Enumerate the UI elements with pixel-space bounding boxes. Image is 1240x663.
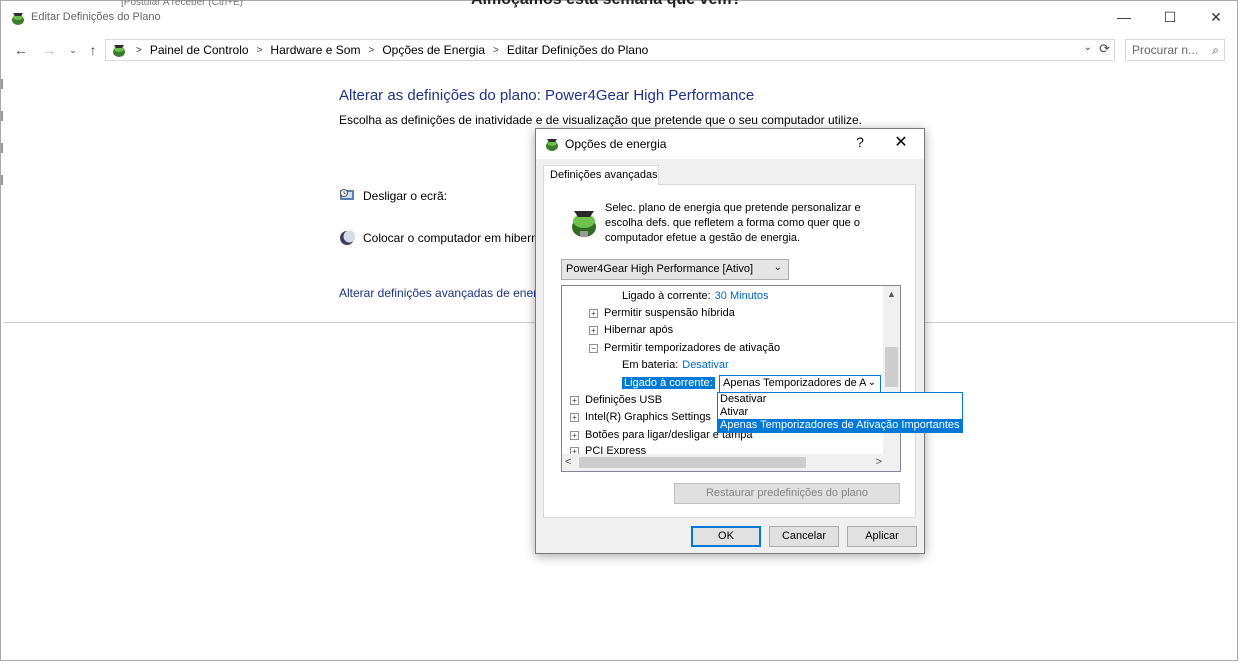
tree-item-label: Hibernar após bbox=[604, 324, 674, 336]
power-options-dialog: Opções de energia ? ✕ Definições avançad… bbox=[535, 128, 925, 554]
settings-tree[interactable]: Ligado à corrente: 30 Minutos + Permitir… bbox=[561, 285, 901, 472]
scroll-up-arrow-icon[interactable]: ▲ bbox=[883, 286, 900, 303]
address-bar[interactable]: > Painel de Controlo > Hardware e Som > … bbox=[105, 39, 1115, 61]
power-plan-icon bbox=[12, 13, 24, 25]
expand-icon[interactable]: + bbox=[589, 325, 598, 335]
page-title: Alterar as definições do plano: Power4Ge… bbox=[339, 87, 755, 104]
breadcrumb-control-panel[interactable]: Painel de Controlo bbox=[150, 43, 249, 57]
dialog-title: Opções de energia bbox=[565, 137, 667, 151]
plan-select-value: Power4Gear High Performance [Ativo] bbox=[566, 263, 754, 275]
dialog-title-bar: Opções de energia ? ✕ bbox=[536, 129, 924, 159]
tree-item-label: Intel(R) Graphics Settings bbox=[585, 411, 711, 423]
refresh-icon[interactable]: ⟳ bbox=[1099, 41, 1110, 57]
tree-item-hybrid-sleep[interactable]: + Permitir suspensão híbrida bbox=[589, 305, 735, 321]
restore-defaults-button[interactable]: Restaurar predefinições do plano bbox=[674, 483, 900, 504]
wake-timers-select[interactable]: Apenas Temporizadores de A ⌄ bbox=[719, 375, 881, 393]
expand-icon[interactable]: + bbox=[570, 430, 579, 440]
tree-item-label: Definições USB bbox=[585, 394, 663, 406]
expand-icon[interactable]: + bbox=[589, 308, 598, 318]
tree-item-value[interactable]: Desativar bbox=[682, 359, 728, 371]
vertical-scroll-thumb[interactable] bbox=[885, 347, 898, 387]
page-description: Escolha as definições de inatividade e d… bbox=[339, 113, 863, 127]
tree-item-ac-sleep[interactable]: Ligado à corrente: 30 Minutos bbox=[622, 288, 768, 304]
tree-item-hibernate[interactable]: + Hibernar após bbox=[589, 322, 673, 338]
tree-item-label: Permitir temporizadores de ativação bbox=[604, 342, 781, 354]
edge-mark bbox=[1, 175, 3, 185]
navigation-bar: ← → ⌄ ↑ > Painel de Controlo > Hardware … bbox=[1, 37, 1237, 63]
advanced-settings-link[interactable]: Alterar definições avançadas de energia bbox=[339, 286, 553, 300]
tree-item-intel-graphics[interactable]: + Intel(R) Graphics Settings bbox=[570, 409, 711, 425]
sleep-setting: Colocar o computador em hiberna bbox=[339, 230, 544, 246]
edge-mark bbox=[1, 143, 3, 153]
dialog-intro-text: Selec. plano de energia que pretende per… bbox=[605, 202, 861, 244]
tree-item-usb[interactable]: + Definições USB bbox=[570, 392, 662, 408]
search-input[interactable]: Procurar n... ⌕ bbox=[1125, 39, 1225, 61]
display-off-setting: Desligar o ecrã: bbox=[339, 188, 447, 204]
tree-item-ac-wake-timers[interactable]: Ligado à corrente: bbox=[622, 375, 715, 391]
horizontal-scroll-thumb[interactable] bbox=[579, 457, 806, 468]
plan-select[interactable]: Power4Gear High Performance [Ativo] ⌄ bbox=[561, 259, 789, 280]
cancel-button[interactable]: Cancelar bbox=[769, 526, 839, 547]
tab-advanced-settings[interactable]: Definições avançadas bbox=[543, 165, 659, 185]
chevron-down-icon: ⌄ bbox=[773, 262, 782, 273]
breadcrumb-separator[interactable]: > bbox=[493, 45, 499, 56]
advanced-settings-panel: Selec. plano de energia que pretende per… bbox=[543, 184, 916, 518]
ok-button[interactable]: OK bbox=[691, 526, 761, 547]
tree-item-label: Ligado à corrente: bbox=[622, 290, 711, 302]
dropdown-option-enable[interactable]: Ativar bbox=[718, 406, 962, 419]
wake-timers-dropdown-list: Desativar Ativar Apenas Temporizadores d… bbox=[717, 392, 963, 433]
tree-item-battery[interactable]: Em bateria: Desativar bbox=[622, 357, 729, 373]
chevron-down-icon[interactable]: ⌄ bbox=[1084, 42, 1092, 53]
dialog-close-button[interactable]: ✕ bbox=[888, 132, 914, 156]
monitor-icon bbox=[340, 189, 354, 200]
minimize-button[interactable]: — bbox=[1101, 1, 1147, 33]
apply-button[interactable]: Aplicar bbox=[847, 526, 917, 547]
left-edge-decoration bbox=[1, 79, 4, 279]
recent-locations-button[interactable]: ⌄ bbox=[63, 40, 83, 60]
help-button[interactable]: ? bbox=[850, 134, 870, 154]
back-button[interactable]: ← bbox=[11, 40, 31, 60]
sleep-label: Colocar o computador em hiberna bbox=[363, 231, 545, 245]
scroll-left-arrow-icon[interactable]: < bbox=[565, 454, 571, 471]
breadcrumb-separator[interactable]: > bbox=[368, 45, 374, 56]
breadcrumb-separator[interactable]: > bbox=[257, 45, 263, 56]
power-plan-icon bbox=[572, 211, 596, 237]
expand-icon[interactable]: + bbox=[570, 412, 579, 422]
background-window-text: [Postular A receber (Ctrl+E) bbox=[121, 0, 243, 8]
search-icon[interactable]: ⌕ bbox=[1212, 43, 1219, 58]
chevron-down-icon[interactable]: ⌄ bbox=[865, 377, 876, 388]
wake-timers-select-value: Apenas Temporizadores de A bbox=[723, 377, 867, 389]
collapse-icon[interactable]: − bbox=[589, 343, 598, 353]
maximize-button[interactable]: ☐ bbox=[1147, 1, 1193, 33]
edge-mark bbox=[1, 111, 3, 121]
tree-item-selected-label: Ligado à corrente: bbox=[622, 377, 715, 389]
background-window-heading: Almoçamos esta semana que vem? bbox=[471, 0, 741, 9]
dropdown-option-important-only[interactable]: Apenas Temporizadores de Ativação Import… bbox=[718, 419, 962, 432]
close-button[interactable]: ✕ bbox=[1193, 1, 1239, 33]
breadcrumb-power-options[interactable]: Opções de Energia bbox=[382, 43, 485, 57]
title-bar: Editar Definições do Plano [Postular A r… bbox=[1, 0, 1239, 35]
breadcrumb-edit-plan[interactable]: Editar Definições do Plano bbox=[507, 43, 648, 57]
up-button[interactable]: ↑ bbox=[83, 40, 103, 60]
moon-icon bbox=[340, 230, 355, 245]
edge-mark bbox=[1, 79, 3, 89]
tree-item-label: Em bateria: bbox=[622, 359, 679, 371]
breadcrumb-separator: > bbox=[136, 44, 142, 56]
expand-icon[interactable]: + bbox=[570, 395, 579, 405]
tree-item-wake-timers[interactable]: − Permitir temporizadores de ativação bbox=[589, 340, 780, 356]
power-plan-icon bbox=[546, 139, 558, 151]
horizontal-scrollbar[interactable]: < > bbox=[562, 454, 900, 471]
display-off-label: Desligar o ecrã: bbox=[363, 189, 448, 203]
search-placeholder: Procurar n... bbox=[1132, 43, 1199, 57]
control-panel-icon bbox=[113, 45, 125, 57]
tree-item-label: Permitir suspensão híbrida bbox=[604, 307, 735, 319]
tree-item-value[interactable]: 30 Minutos bbox=[715, 290, 769, 302]
breadcrumb-hardware-sound[interactable]: Hardware e Som bbox=[270, 43, 360, 57]
window-title: Editar Definições do Plano bbox=[31, 11, 161, 23]
scroll-right-arrow-icon[interactable]: > bbox=[876, 454, 882, 471]
forward-button[interactable]: → bbox=[39, 40, 59, 60]
dropdown-option-disable[interactable]: Desativar bbox=[718, 393, 962, 406]
